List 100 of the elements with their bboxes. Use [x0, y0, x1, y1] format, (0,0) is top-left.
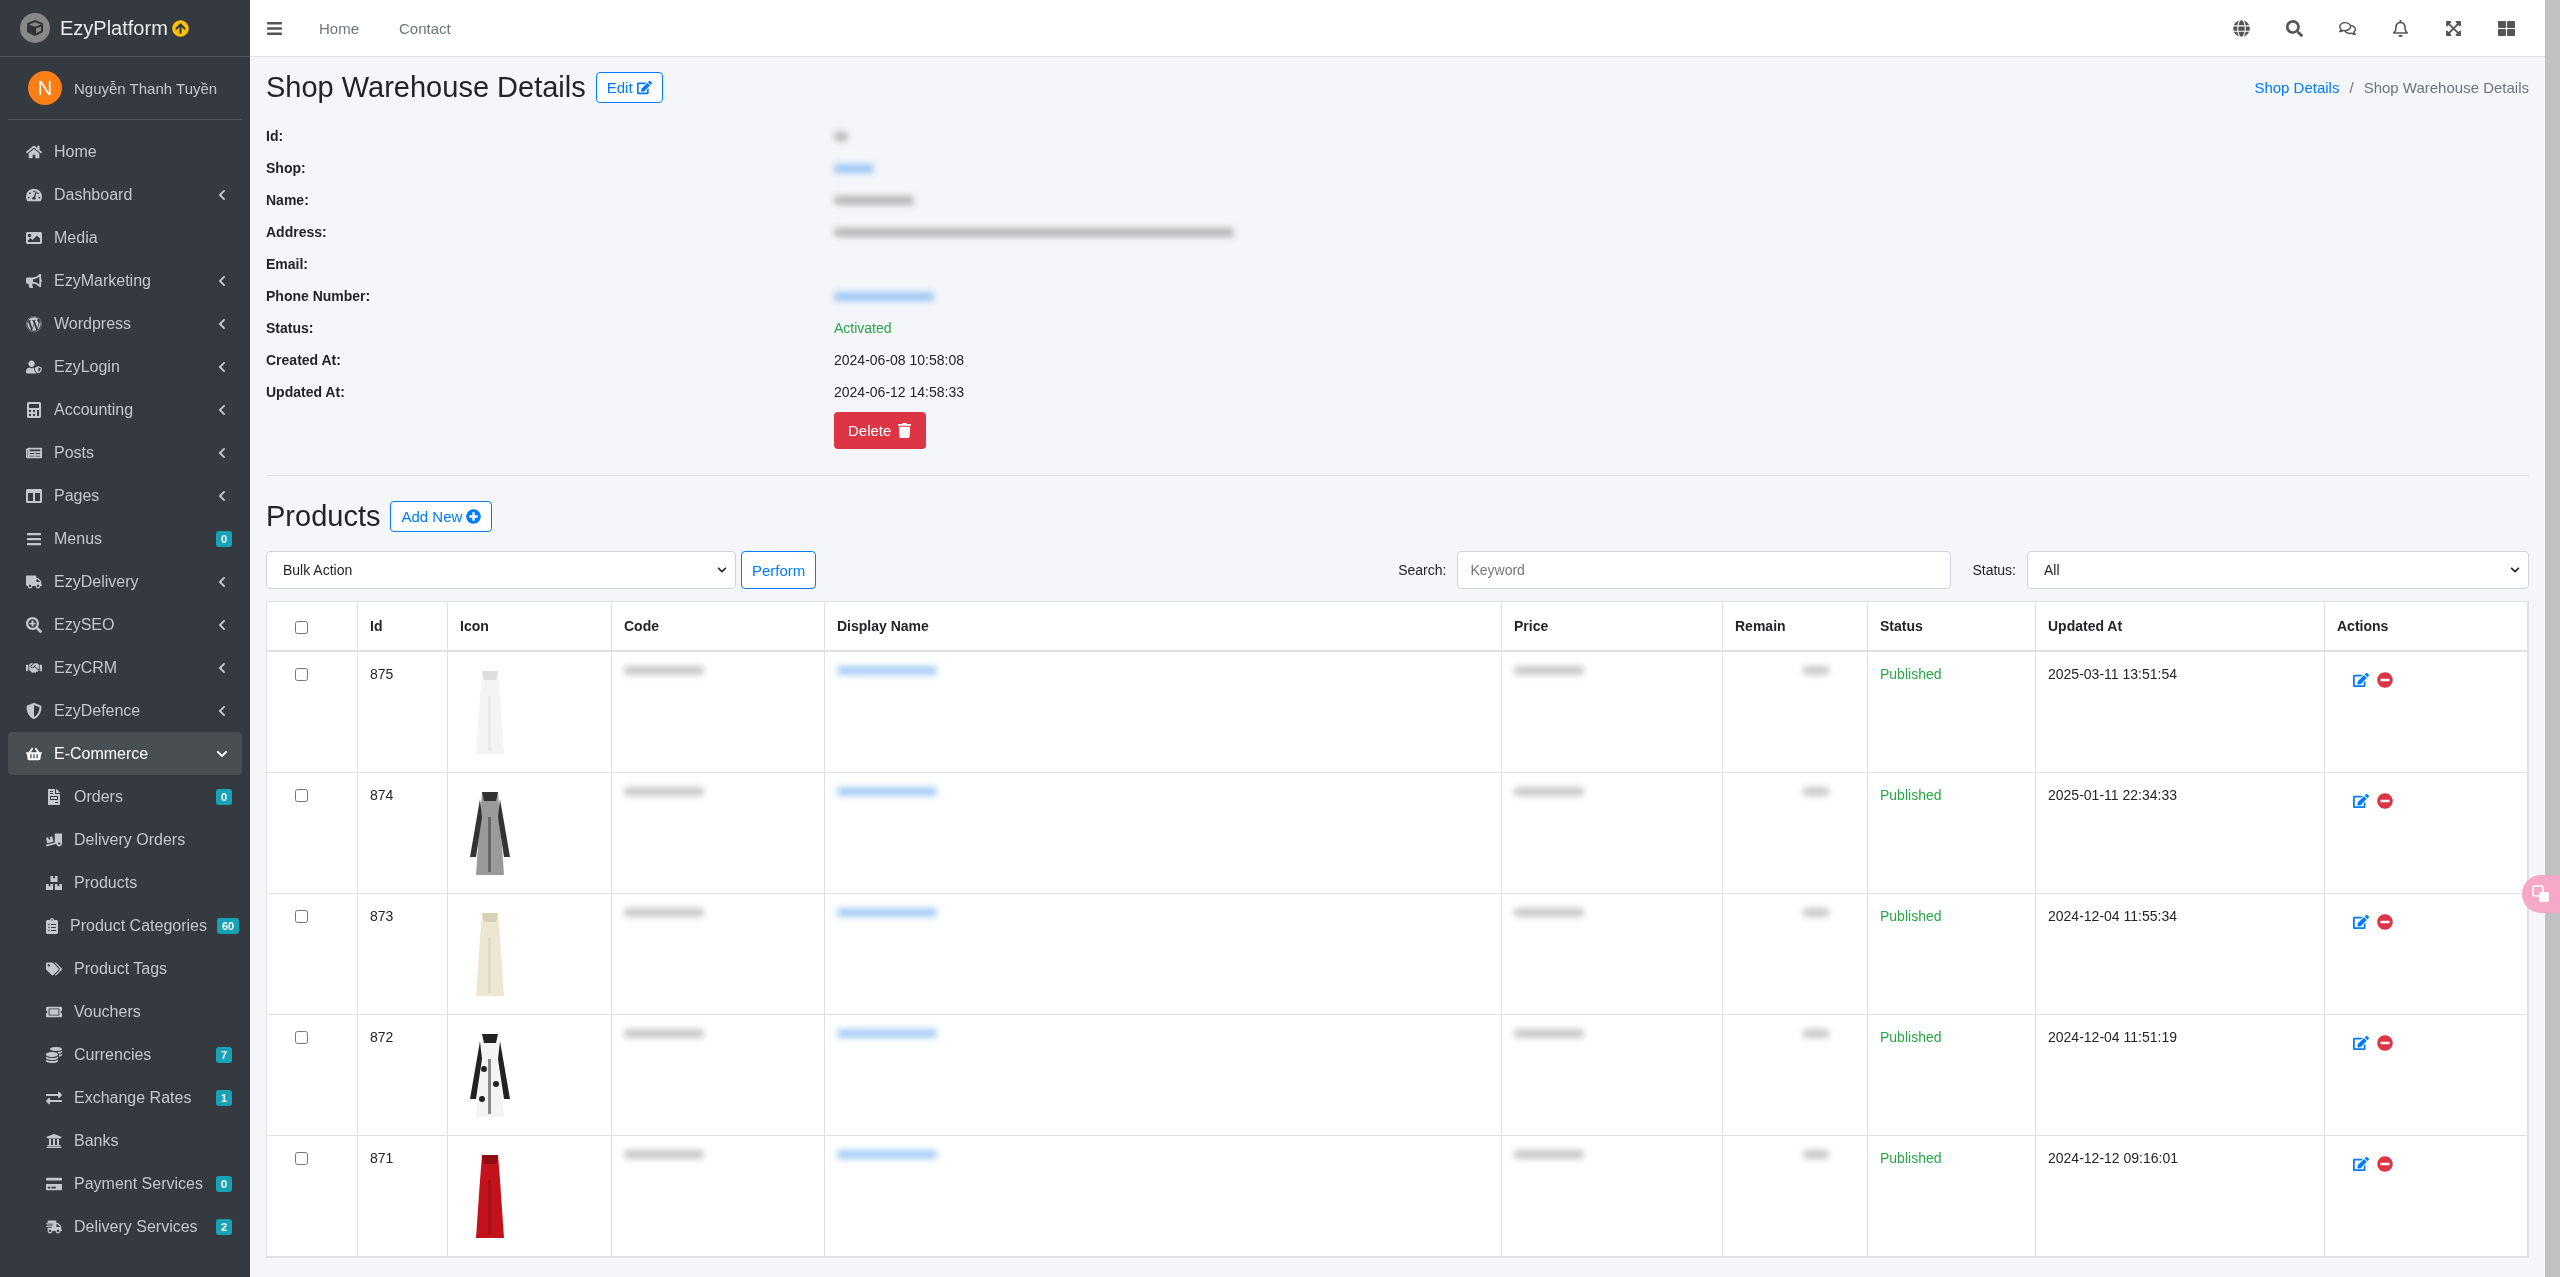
sidebar-item[interactable]: Dashboard [8, 173, 242, 216]
sidebar-item[interactable]: Orders 0 [8, 775, 242, 818]
chevron-down-icon [717, 565, 727, 575]
column-header: Id [358, 602, 448, 652]
status-text: Published [1868, 1015, 2036, 1136]
exchange-icon [44, 1089, 64, 1106]
search-field[interactable]: Keyword [1457, 551, 1952, 589]
column-header: Price [1502, 602, 1723, 652]
sidebar-item[interactable]: E-Commerce [8, 732, 242, 775]
search-label: Search: [1398, 562, 1447, 578]
row-checkbox[interactable] [295, 668, 308, 681]
row-checkbox[interactable] [295, 1152, 308, 1165]
nav-link[interactable]: Contact [383, 19, 467, 37]
shield-icon [24, 702, 44, 719]
sidebar-item[interactable]: Currencies 7 [8, 1033, 242, 1076]
blurred-text [1514, 666, 1584, 675]
sidebar-item[interactable]: EzyDelivery [8, 560, 242, 603]
count-badge: 1 [215, 1089, 232, 1106]
table-cell: 873 [358, 894, 448, 1015]
status-text: Published [1868, 1136, 2036, 1257]
sidebar-item[interactable]: EzyDefence [8, 689, 242, 732]
sidebar-item[interactable]: EzyLogin [8, 345, 242, 388]
select-all-checkbox[interactable] [295, 620, 308, 634]
blurred-text [834, 131, 848, 141]
sidebar-item[interactable]: Products [8, 861, 242, 904]
image-icon [24, 229, 44, 246]
table-cell: 2025-03-11 13:51:54 [2036, 652, 2325, 773]
count-badge: 0 [215, 530, 232, 547]
edit-icon[interactable] [2353, 793, 2369, 809]
sidebar-item[interactable]: Delivery Orders [8, 818, 242, 861]
blurred-text [1514, 1029, 1584, 1038]
field-value: 2024-06-08 10:58:08 [834, 352, 964, 368]
edit-button[interactable]: Edit [595, 72, 663, 103]
sidebar-item[interactable]: Home [8, 130, 242, 173]
blurred-text [1514, 787, 1584, 796]
edit-icon[interactable] [2353, 1035, 2369, 1051]
sidebar-item[interactable]: EzyMarketing [8, 259, 242, 302]
column-header: Icon [448, 602, 612, 652]
tags-icon [44, 960, 64, 977]
sidebar-item[interactable]: Vouchers [8, 990, 242, 1033]
column-header: Updated At [2036, 602, 2325, 652]
field-label: Email: [266, 256, 308, 272]
breadcrumb-link[interactable]: Shop Details [2254, 79, 2340, 96]
sidebar-item[interactable]: Exchange Rates 1 [8, 1076, 242, 1119]
field-label: Phone Number: [266, 288, 371, 304]
row-checkbox[interactable] [295, 1031, 308, 1044]
translate-icon [2532, 885, 2550, 903]
basket-icon [24, 745, 44, 762]
blurred-text [1803, 1029, 1829, 1038]
breadcrumb-current: Shop Warehouse Details [2363, 79, 2529, 96]
sidebar-item[interactable]: EzySEO [8, 603, 242, 646]
bulk-action-select[interactable]: Bulk Action [266, 551, 736, 589]
calculator-icon [24, 401, 44, 418]
sidebar-item[interactable]: Posts [8, 431, 242, 474]
delete-button[interactable]: Delete [834, 412, 927, 449]
remove-icon[interactable] [2377, 793, 2393, 809]
sidebar-item[interactable]: EzyCRM [8, 646, 242, 689]
sidebar-item[interactable]: Payment Services 0 [8, 1162, 242, 1205]
blurred-text [1803, 908, 1829, 917]
user-name[interactable]: Nguyễn Thanh Tuyền [74, 79, 218, 97]
trash-icon [897, 423, 913, 438]
row-checkbox[interactable] [295, 789, 308, 802]
brand-name[interactable]: EzyPlatform [60, 16, 168, 40]
remove-icon[interactable] [2377, 1035, 2393, 1051]
row-checkbox[interactable] [295, 910, 308, 923]
sidebar-item[interactable]: Delivery Services 2 [8, 1205, 242, 1248]
column-header: Code [612, 602, 825, 652]
upgrade-icon[interactable] [171, 19, 189, 37]
table-cell: 2024-12-12 09:16:01 [2036, 1136, 2325, 1257]
perform-button[interactable]: Perform [741, 551, 817, 589]
wordpress-icon [24, 315, 44, 332]
edit-icon[interactable] [2353, 914, 2369, 930]
sidebar-item[interactable]: Banks [8, 1119, 242, 1162]
add-new-button[interactable]: Add New [390, 501, 493, 532]
sidebar-item[interactable]: Pages [8, 474, 242, 517]
nav-link[interactable]: Home [303, 19, 375, 37]
edit-icon[interactable] [2353, 672, 2369, 688]
status-select[interactable]: All [2027, 551, 2529, 589]
sidebar-item[interactable]: Accounting [8, 388, 242, 431]
sidebar-item[interactable]: Wordpress [8, 302, 242, 345]
field-label: Created At: [266, 352, 341, 368]
sidebar-item[interactable]: Product Tags [8, 947, 242, 990]
sidebar-item[interactable]: Product Categories 60 [8, 904, 242, 947]
bank-icon [44, 1132, 64, 1149]
remove-icon[interactable] [2377, 1156, 2393, 1172]
field-label: Name: [266, 192, 309, 208]
column-header: Actions [2325, 602, 2528, 652]
sidebar-item[interactable]: Menus 0 [8, 517, 242, 560]
sidebar-item[interactable]: Media [8, 216, 242, 259]
home-icon [24, 143, 44, 160]
status-text: Published [1868, 773, 2036, 894]
remove-icon[interactable] [2377, 672, 2393, 688]
remove-icon[interactable] [2377, 914, 2393, 930]
status-label: Status: [1972, 562, 2016, 578]
megaphone-icon [24, 272, 44, 289]
table-cell: 872 [358, 1015, 448, 1136]
truck-icon [44, 831, 64, 848]
status-text: Published [1868, 652, 2036, 773]
edit-icon[interactable] [2353, 1156, 2369, 1172]
boxes-icon [44, 874, 64, 891]
